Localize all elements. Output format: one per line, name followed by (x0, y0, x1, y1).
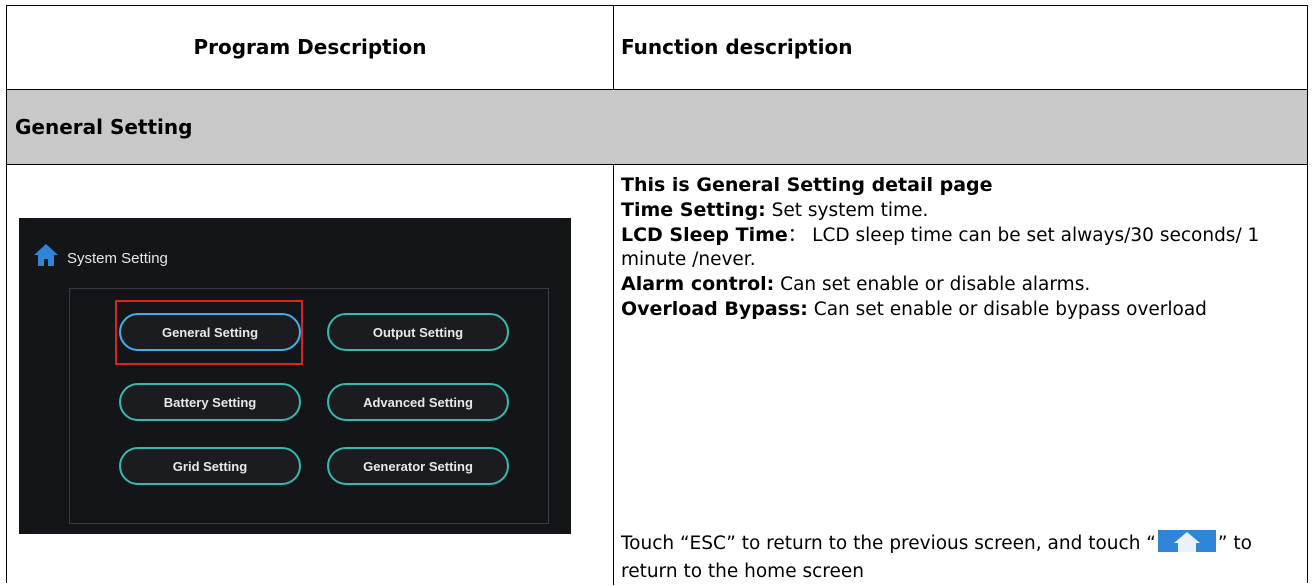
screen-title: System Setting (67, 250, 168, 267)
header-function-description: Function description (621, 35, 853, 59)
battery-setting-button[interactable]: Battery Setting (119, 383, 301, 421)
generator-setting-button[interactable]: Generator Setting (327, 447, 509, 485)
lcd-sleep-label: LCD Sleep Time (621, 224, 788, 246)
section-row: General Setting (7, 90, 1307, 165)
home-button-icon (1157, 530, 1216, 552)
lcd-sleep-separator: ： (787, 225, 807, 246)
general-setting-button[interactable]: General Setting (119, 313, 301, 351)
system-setting-screenshot: System Setting General Setting Output Se… (19, 218, 571, 534)
grid-setting-button[interactable]: Grid Setting (119, 447, 301, 485)
output-setting-button[interactable]: Output Setting (327, 313, 509, 351)
time-setting-text: Set system time. (765, 200, 929, 221)
overload-bypass-text: Can set enable or disable bypass overloa… (807, 299, 1207, 320)
header-program-description: Program Description (193, 35, 427, 59)
time-setting-label: Time Setting: (621, 199, 766, 221)
column-divider-body (613, 165, 614, 585)
alarm-control-text: Can set enable or disable alarms. (774, 274, 1091, 295)
advanced-setting-button[interactable]: Advanced Setting (327, 383, 509, 421)
column-divider-top (613, 6, 614, 90)
home-icon (34, 244, 58, 266)
description-table: Program Description Function description… (6, 5, 1308, 586)
section-title: General Setting (15, 115, 193, 139)
overload-bypass-label: Overload Bypass: (621, 298, 808, 320)
navigation-hint-before: Touch “ESC” to return to the previous sc… (621, 533, 1156, 554)
description-heading: This is General Setting detail page (621, 174, 993, 196)
alarm-control-label: Alarm control: (621, 273, 775, 295)
table-header-row: Program Description Function description (7, 6, 1307, 90)
navigation-hint: Touch “ESC” to return to the previous sc… (621, 530, 1297, 586)
function-description-text: This is General Setting detail page Time… (621, 173, 1297, 322)
